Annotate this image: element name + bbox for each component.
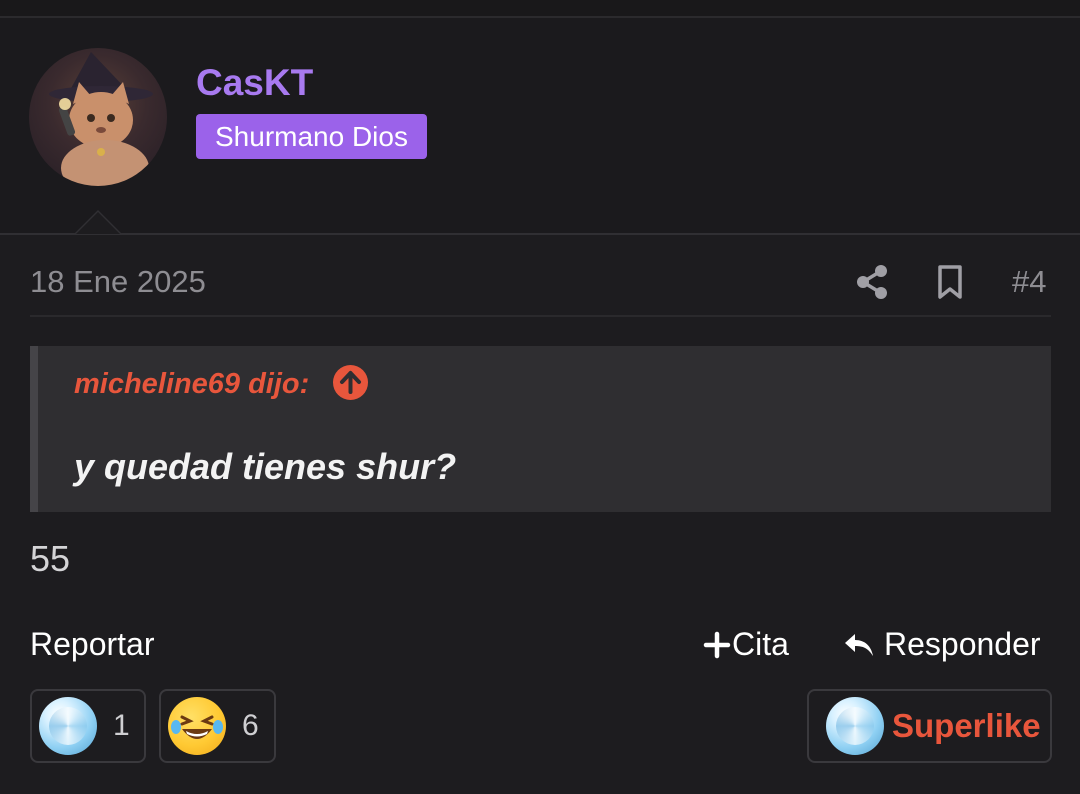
user-header-pointer (74, 210, 122, 234)
post-date[interactable]: 18 Ene 2025 (30, 264, 206, 300)
diamond-icon (39, 697, 97, 755)
quote-author-link[interactable]: micheline69 dijo: (74, 368, 309, 401)
quote-label: Cita (732, 626, 789, 662)
quote-button[interactable]: Cita (702, 626, 789, 663)
reply-label: Responder (884, 626, 1041, 662)
arrow-up-icon (340, 371, 361, 394)
reaction-diamond[interactable]: 1 (30, 689, 146, 763)
report-label: Reportar (30, 626, 155, 662)
reaction-count: 1 (113, 709, 130, 742)
post-number-link[interactable]: #4 (1012, 264, 1046, 300)
avatar[interactable] (29, 48, 167, 186)
plus-icon (703, 631, 731, 658)
post-author-name[interactable]: CasKT (196, 62, 313, 104)
post-meta-divider (30, 315, 1051, 317)
post-message: 55 (30, 538, 71, 579)
reply-button[interactable]: Responder (842, 626, 1041, 663)
share-icon (857, 265, 887, 299)
reaction-laughing[interactable]: 6 (159, 689, 276, 763)
quote-text: y quedad tienes shur? (74, 446, 457, 487)
superlike-label: Superlike (892, 707, 1041, 744)
bookmark-icon (938, 265, 962, 299)
laughing-tears-emoji-icon (168, 697, 226, 755)
reaction-count: 6 (242, 709, 259, 742)
share-button[interactable] (852, 262, 892, 302)
go-to-quoted-post-button[interactable] (333, 365, 368, 400)
bookmark-button[interactable] (930, 262, 970, 302)
quote-block: micheline69 dijo: y quedad tienes shur? (30, 346, 1051, 512)
top-strip (0, 0, 1080, 18)
report-button[interactable]: Reportar (30, 626, 155, 663)
reply-icon (845, 633, 873, 656)
wizard-cat-avatar-icon (49, 52, 153, 186)
user-rank-badge: Shurmano Dios (196, 114, 427, 159)
superlike-button[interactable]: Superlike (807, 689, 1052, 763)
diamond-icon (826, 697, 884, 755)
